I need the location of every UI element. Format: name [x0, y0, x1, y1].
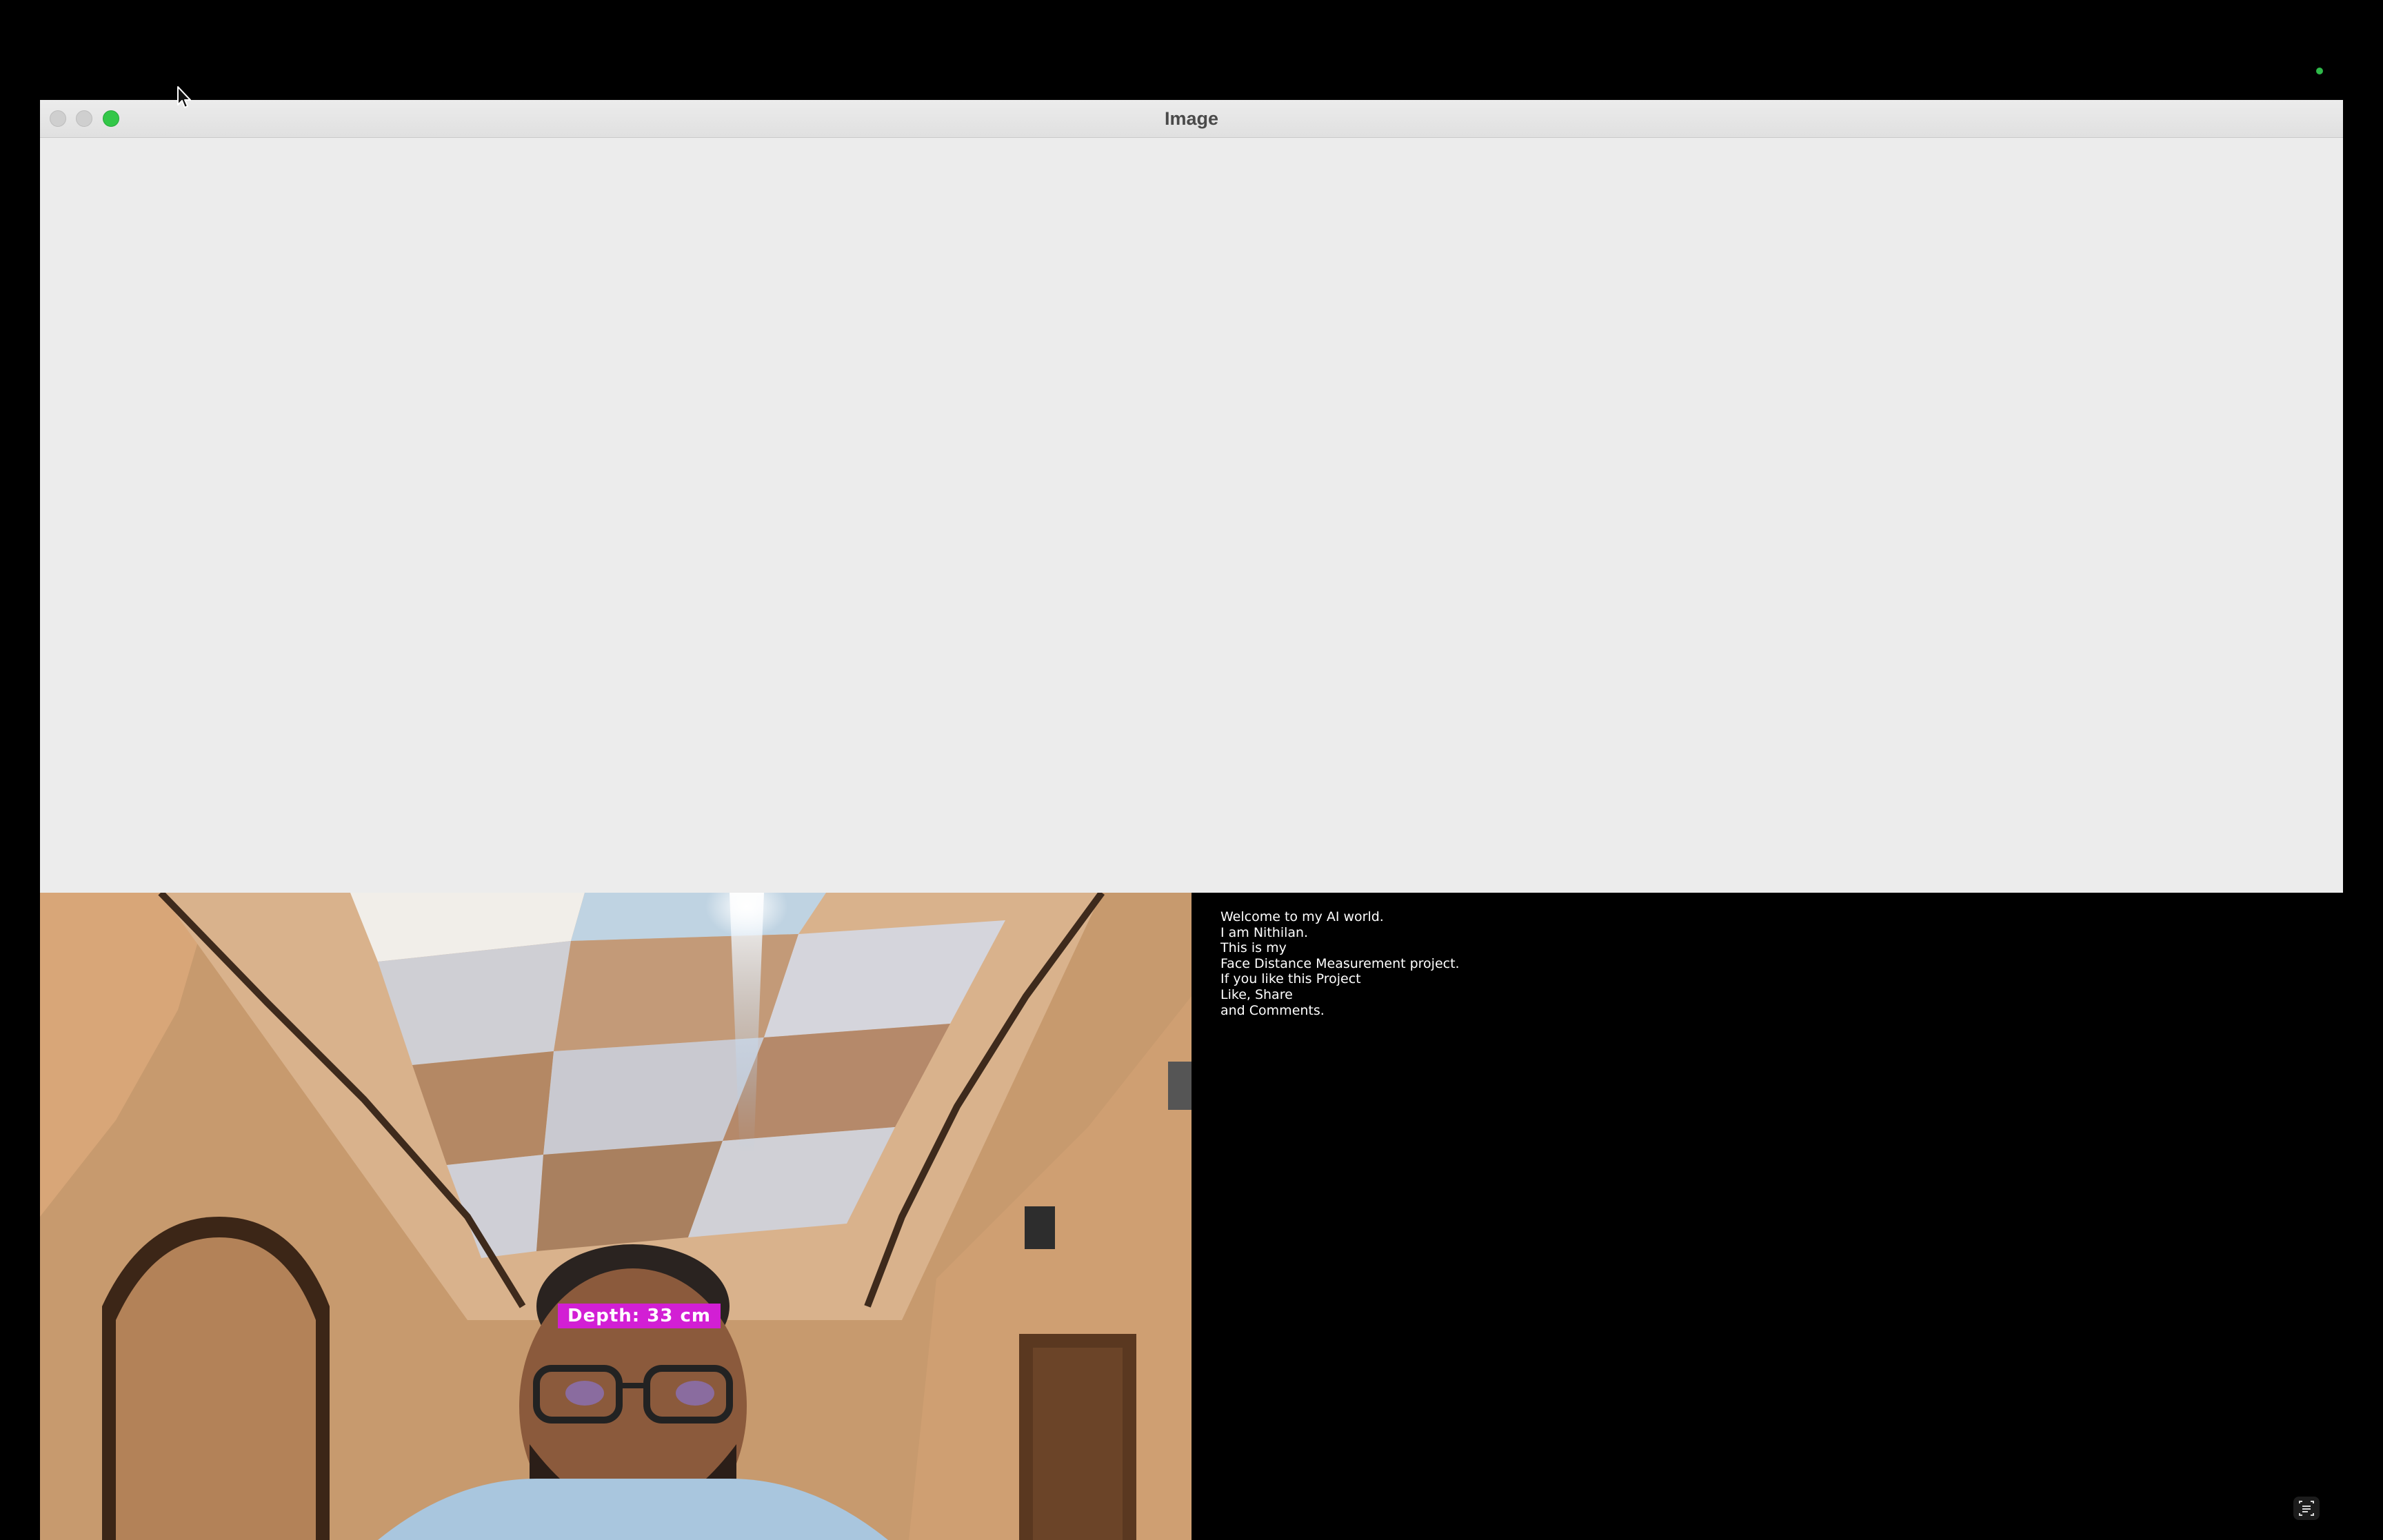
message-line: Like, Share — [1220, 986, 1293, 1002]
message-line: If you like this Project — [1220, 971, 1361, 987]
arrow-cursor-icon — [177, 86, 191, 108]
message-line: Face Distance Measurement project. — [1220, 955, 1460, 971]
camera-feed: Depth: 33 cm — [40, 893, 1192, 1540]
message-lines: Welcome to my AI world. I am Nithilan. T… — [1220, 909, 1460, 1018]
recording-indicator-icon — [2316, 68, 2323, 74]
image-window: Image Depth: 33 cm Welcome to my AI worl… — [40, 100, 2343, 1540]
screen-capture-icon[interactable] — [2293, 1496, 2320, 1521]
message-panel: Welcome to my AI world. I am Nithilan. T… — [1192, 893, 2343, 1540]
message-line: and Comments. — [1220, 1002, 1325, 1018]
message-line: This is my — [1220, 940, 1287, 956]
camera-frame-image — [40, 893, 1192, 1540]
window-title: Image — [1164, 108, 1219, 129]
blank-image-area — [40, 138, 2343, 893]
message-line: I am Nithilan. — [1220, 924, 1309, 940]
depth-label: Depth: 33 cm — [558, 1304, 721, 1328]
desktop: Image Depth: 33 cm Welcome to my AI worl… — [0, 0, 2383, 1540]
window-titlebar[interactable]: Image — [40, 100, 2343, 138]
message-line: Welcome to my AI world. — [1220, 909, 1384, 924]
